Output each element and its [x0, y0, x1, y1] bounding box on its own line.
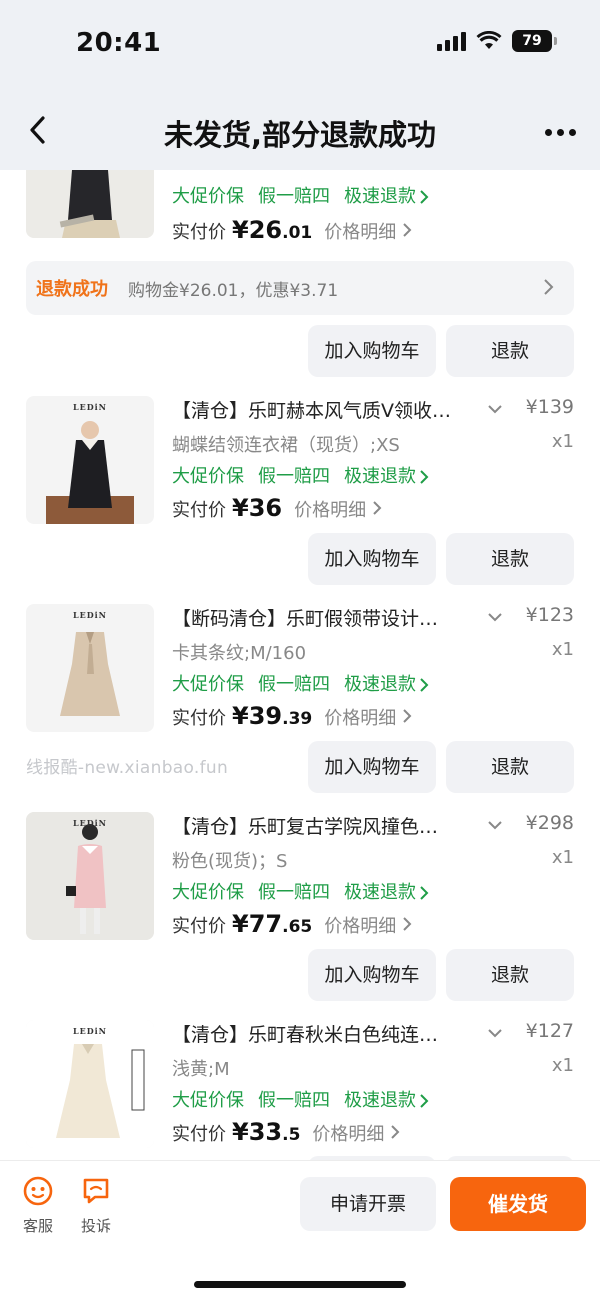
- nav-bar: 未发货,部分退款成功: [0, 92, 600, 170]
- chevron-right-icon: [403, 917, 412, 931]
- more-dot-icon: [556, 128, 564, 136]
- refund-button[interactable]: 退款: [446, 949, 574, 1001]
- service-tags[interactable]: 大促价保 假一赔四 极速退款: [172, 1086, 430, 1112]
- chevron-right-icon: [420, 470, 429, 484]
- chevron-right-icon: [544, 279, 554, 295]
- product-title[interactable]: 【断码清仓】乐町假领带设计…: [172, 604, 438, 631]
- customer-service-icon: [23, 1176, 53, 1206]
- service-tags[interactable]: 大促价保 假一赔四 极速退款: [172, 670, 430, 696]
- complaint-button[interactable]: 投诉: [74, 1175, 118, 1236]
- refund-detail: 购物金¥26.01，优惠¥3.71: [128, 281, 339, 301]
- urge-shipment-button[interactable]: 催发货: [450, 1177, 586, 1231]
- product-title[interactable]: 【清仓】乐町春秋米白色纯连…: [172, 1020, 438, 1047]
- tag-price-protect: 大促价保: [172, 186, 244, 207]
- chevron-down-icon[interactable]: [486, 608, 504, 626]
- order-item-list: 大促价保 假一赔四 极速退款 实付价 ¥26.01 价格明细 退款成功 购物金¥26…: [0, 170, 600, 1160]
- status-time: 20:41: [76, 28, 162, 58]
- chevron-right-icon: [403, 223, 412, 237]
- service-tags[interactable]: 大促价保 假一赔四 极速退款: [172, 878, 430, 904]
- product-spec: 粉色(现货)；S: [172, 851, 288, 872]
- tag-fast-refund: 极速退款: [344, 186, 416, 207]
- paid-price: 实付价 ¥36 价格明细: [172, 494, 384, 522]
- chevron-right-icon: [420, 678, 429, 692]
- bottom-action-bar: 客服 投诉 申请开票 催发货: [0, 1160, 600, 1300]
- product-photo-icon: [60, 632, 120, 716]
- product-qty: x1: [551, 431, 574, 452]
- product-photo-icon: [46, 421, 134, 524]
- add-to-cart-button[interactable]: 加入购物车: [308, 533, 436, 585]
- product-photo-icon: [26, 812, 154, 940]
- product-photo-icon: [26, 1020, 154, 1148]
- more-dot-icon: [544, 128, 552, 136]
- product-qty: x1: [551, 847, 574, 868]
- cellular-signal-icon: [437, 31, 466, 51]
- price-detail-link[interactable]: 价格明细: [324, 912, 396, 938]
- price-detail-link[interactable]: 价格明细: [294, 496, 366, 522]
- product-price: ¥298: [525, 812, 574, 834]
- battery-icon: 79: [512, 30, 557, 52]
- more-dot-icon: [568, 128, 576, 136]
- refund-button[interactable]: 退款: [446, 533, 574, 585]
- product-title[interactable]: 【清仓】乐町复古学院风撞色…: [172, 812, 438, 839]
- product-photo-icon: [26, 170, 154, 238]
- chevron-down-icon[interactable]: [486, 816, 504, 834]
- refund-button[interactable]: 退款: [446, 325, 574, 377]
- product-price: ¥123: [525, 604, 574, 626]
- chevron-right-icon: [403, 709, 412, 723]
- service-tags[interactable]: 大促价保 假一赔四 极速退款: [172, 462, 430, 488]
- product-qty: x1: [551, 1055, 574, 1076]
- complaint-icon: [83, 1178, 109, 1204]
- price-detail-link[interactable]: 价格明细: [312, 1120, 384, 1146]
- wifi-icon: [476, 31, 502, 49]
- product-qty: x1: [551, 639, 574, 660]
- product-price: ¥139: [525, 396, 574, 418]
- paid-price: 实付价 ¥77.65 价格明细: [172, 910, 414, 938]
- refund-status: 退款成功: [36, 279, 108, 300]
- chevron-right-icon: [373, 501, 382, 515]
- product-title[interactable]: 【清仓】乐町赫本风气质V领收…: [172, 396, 451, 423]
- request-invoice-button[interactable]: 申请开票: [300, 1177, 436, 1231]
- product-spec: 浅黄;M: [172, 1059, 230, 1080]
- page-title: 未发货,部分退款成功: [163, 118, 437, 152]
- chevron-right-icon: [391, 1125, 400, 1139]
- add-to-cart-button[interactable]: 加入购物车: [308, 741, 436, 793]
- service-tags[interactable]: 大促价保 假一赔四 极速退款: [172, 182, 430, 208]
- home-indicator[interactable]: [194, 1281, 406, 1288]
- watermark: 线报酷-new.xianbao.fun: [26, 758, 229, 778]
- add-to-cart-button[interactable]: 加入购物车: [308, 949, 436, 1001]
- product-image[interactable]: LEDiN: [26, 396, 154, 524]
- product-spec: 蝴蝶结领连衣裙（现货）;XS: [172, 435, 400, 456]
- customer-service-button[interactable]: 客服: [16, 1175, 60, 1236]
- chevron-right-icon: [420, 190, 429, 204]
- paid-price: 实付价 ¥26.01 价格明细: [172, 216, 414, 244]
- product-image[interactable]: LEDiN: [26, 1020, 154, 1148]
- product-image[interactable]: [26, 170, 154, 238]
- more-button[interactable]: [540, 114, 580, 150]
- refund-notice[interactable]: 退款成功 购物金¥26.01，优惠¥3.71: [26, 261, 574, 315]
- chevron-down-icon[interactable]: [486, 400, 504, 418]
- product-spec: 卡其条纹;M/160: [172, 643, 307, 664]
- chevron-right-icon: [420, 1094, 429, 1108]
- tag-fake-compensate: 假一赔四: [258, 186, 330, 207]
- status-bar: 20:41 79: [0, 0, 600, 92]
- refund-button[interactable]: 退款: [446, 741, 574, 793]
- product-image[interactable]: LEDiN: [26, 604, 154, 732]
- paid-price: 实付价 ¥39.39 价格明细: [172, 702, 414, 730]
- product-price: ¥127: [525, 1020, 574, 1042]
- product-image[interactable]: LEDiN: [26, 812, 154, 940]
- chevron-down-icon[interactable]: [486, 1024, 504, 1042]
- paid-price: 实付价 ¥33.5 价格明细: [172, 1118, 402, 1146]
- chevron-right-icon: [420, 886, 429, 900]
- price-detail-link[interactable]: 价格明细: [324, 218, 396, 244]
- price-detail-link[interactable]: 价格明细: [324, 704, 396, 730]
- add-to-cart-button[interactable]: 加入购物车: [308, 325, 436, 377]
